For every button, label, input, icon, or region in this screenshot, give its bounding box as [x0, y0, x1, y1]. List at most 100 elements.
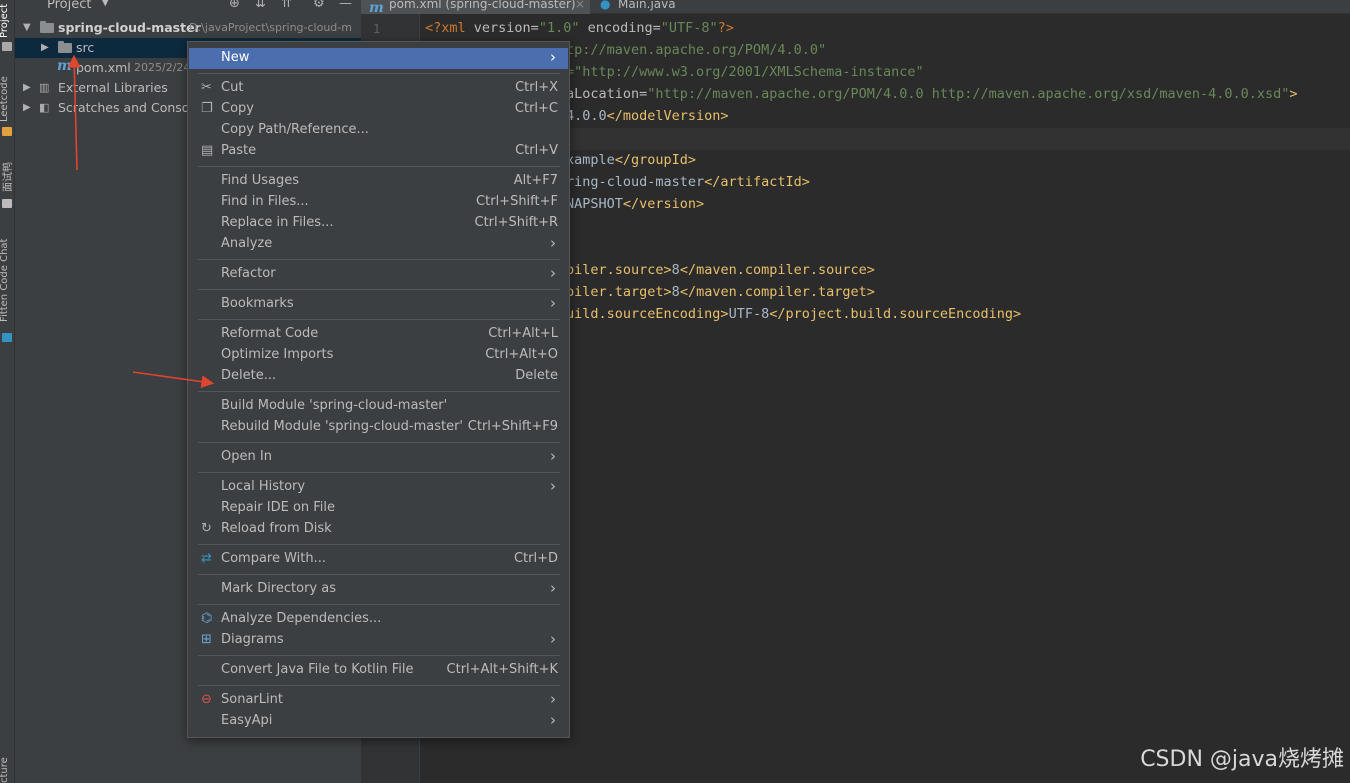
chevron-right-icon[interactable]: ▶ [23, 102, 31, 113]
menu-item-copy-path[interactable]: Copy Path/Reference... [189, 120, 568, 141]
menu-separator [198, 685, 560, 686]
menu-separator [198, 604, 560, 605]
expand-all-icon[interactable]: ⇊ [255, 0, 266, 11]
code-line-4: aLocation="http://maven.apache.org/POM/4… [566, 86, 1298, 102]
menu-separator [198, 574, 560, 575]
scissors-icon: ✂ [201, 80, 212, 95]
chevron-right-icon: › [550, 477, 556, 495]
folder-icon [58, 41, 72, 53]
compare-icon: ⇄ [201, 551, 212, 566]
project-tool-tab[interactable]: Project [0, 4, 10, 38]
collapse-all-icon[interactable]: ⇈ [281, 0, 292, 11]
scratches-icon: ◧ [39, 101, 50, 114]
menu-item-repair-ide[interactable]: Repair IDE on File [189, 498, 568, 519]
menu-item-copy[interactable]: ❐ Copy Ctrl+C [189, 99, 568, 120]
menu-separator [198, 472, 560, 473]
menu-item-easyapi[interactable]: EasyApi › [189, 711, 568, 732]
menu-item-replace-in-files[interactable]: Replace in Files... Ctrl+Shift+R [189, 213, 568, 234]
menu-item-convert-java-to-kotlin[interactable]: Convert Java File to Kotlin File Ctrl+Alt… [189, 660, 568, 681]
tree-root-name: spring-cloud-master [58, 20, 201, 35]
leetcode-tool-tab[interactable]: Leetcode [0, 76, 10, 122]
menu-item-cut[interactable]: ✂ Cut Ctrl+X [189, 78, 568, 99]
close-icon[interactable]: × [575, 0, 585, 11]
duck-icon [2, 199, 12, 208]
menu-separator [198, 655, 560, 656]
menu-item-refactor[interactable]: Refactor › [189, 264, 568, 285]
watermark: CSDN @java烧烤摊 [1140, 747, 1344, 772]
leetcode-icon [2, 127, 12, 136]
dependencies-icon: ⌬ [201, 611, 213, 626]
menu-item-local-history[interactable]: Local History › [189, 477, 568, 498]
structure-tool-tab[interactable]: cture [0, 757, 10, 783]
tree-pom-date: 2025/2/24 [134, 61, 191, 74]
menu-item-bookmarks[interactable]: Bookmarks › [189, 294, 568, 315]
menu-item-sonarlint[interactable]: ⊖ SonarLint › [189, 690, 568, 711]
interview-tool-tab[interactable]: 面试鸭 [0, 162, 14, 192]
chevron-down-icon[interactable]: ▼ [23, 22, 31, 33]
tree-pom-label: pom.xml [76, 60, 131, 75]
menu-item-rebuild-module[interactable]: Rebuild Module 'spring-cloud-master' Ctrl… [189, 417, 568, 438]
chevron-right-icon[interactable]: ▶ [23, 82, 31, 93]
tab-main-java[interactable]: ● Main.java [591, 0, 711, 14]
tree-root-path: D:\javaProject\spring-cloud-m [189, 21, 352, 34]
menu-item-find-usages[interactable]: Find Usages Alt+F7 [189, 171, 568, 192]
left-tool-strip: Project Leetcode 面试鸭 Fitten Code Chat ct… [0, 0, 15, 783]
tab-pom-xml[interactable]: m pom.xml (spring-cloud-master) × [361, 0, 590, 16]
menu-item-find-in-files[interactable]: Find in Files... Ctrl+Shift+F [189, 192, 568, 213]
clipboard-icon: ▤ [201, 143, 214, 158]
chevron-right-icon: › [550, 48, 556, 66]
menu-item-analyze-dependencies[interactable]: ⌬ Analyze Dependencies... [189, 609, 568, 630]
chevron-right-icon: › [550, 579, 556, 597]
code-line-6: xample</groupId> [566, 152, 697, 168]
minimize-icon[interactable]: — [339, 0, 352, 11]
java-class-icon: ● [600, 0, 611, 11]
reload-icon: ↻ [201, 521, 212, 536]
menu-item-optimize-imports[interactable]: Optimize Imports Ctrl+Alt+O [189, 345, 568, 366]
code-line-1: <?xml version="1.0" encoding="UTF-8"?> [425, 20, 734, 36]
fitten-code-tool-tab[interactable]: Fitten Code Chat [0, 239, 10, 322]
menu-separator [198, 391, 560, 392]
menu-item-build-module[interactable]: Build Module 'spring-cloud-master' [189, 396, 568, 417]
folder-icon [2, 42, 12, 51]
menu-item-new[interactable]: New › [189, 48, 568, 69]
code-line-11: uild.sourceEncoding>UTF-8</project.build… [566, 306, 1022, 322]
library-icon: ▥ [39, 81, 50, 94]
ide-window: Project Leetcode 面试鸭 Fitten Code Chat ct… [0, 0, 1350, 783]
locate-icon[interactable]: ⊕ [229, 0, 240, 11]
project-panel-header: Project ▼ ⊕ ⇊ ⇈ ⚙ — [15, 0, 361, 14]
menu-separator [198, 259, 560, 260]
code-line-7: ring-cloud-master</artifactId> [566, 174, 810, 190]
project-panel-title[interactable]: Project [47, 0, 91, 12]
module-folder-icon [40, 21, 54, 33]
chevron-right-icon: › [550, 630, 556, 648]
sonarlint-icon: ⊖ [201, 692, 212, 707]
menu-item-compare-with[interactable]: ⇄ Compare With... Ctrl+D [189, 549, 568, 570]
code-line-5: 4.0.0</modelVersion> [566, 108, 729, 124]
chevron-right-icon: › [550, 294, 556, 312]
menu-separator [198, 289, 560, 290]
line-number: 1 [373, 22, 381, 36]
menu-item-reformat-code[interactable]: Reformat Code Ctrl+Alt+L [189, 324, 568, 345]
chevron-down-icon[interactable]: ▼ [101, 0, 109, 8]
menu-item-analyze[interactable]: Analyze › [189, 234, 568, 255]
code-line-10: piler.target>8</maven.compiler.target> [566, 284, 875, 300]
tree-item-root[interactable]: ▼ spring-cloud-master D:\javaProject\spr… [15, 18, 361, 38]
menu-item-diagrams[interactable]: ⊞ Diagrams › [189, 630, 568, 651]
chevron-right-icon: › [550, 711, 556, 729]
chevron-right-icon[interactable]: ▶ [41, 42, 49, 53]
fitten-icon [2, 333, 12, 342]
tree-external-libs-label: External Libraries [58, 80, 168, 95]
chevron-right-icon: › [550, 264, 556, 282]
menu-item-open-in[interactable]: Open In › [189, 447, 568, 468]
menu-separator [198, 73, 560, 74]
tab-pom-xml-label: pom.xml (spring-cloud-master) [389, 0, 576, 11]
menu-separator [198, 166, 560, 167]
menu-item-delete[interactable]: Delete... Delete [189, 366, 568, 387]
chevron-right-icon: › [550, 447, 556, 465]
gear-icon[interactable]: ⚙ [313, 0, 325, 11]
tree-src-label: src [76, 40, 95, 55]
menu-item-reload-from-disk[interactable]: ↻ Reload from Disk [189, 519, 568, 540]
menu-item-mark-directory-as[interactable]: Mark Directory as › [189, 579, 568, 600]
menu-item-paste[interactable]: ▤ Paste Ctrl+V [189, 141, 568, 162]
code-line-2: tp://maven.apache.org/POM/4.0.0" [566, 42, 827, 58]
